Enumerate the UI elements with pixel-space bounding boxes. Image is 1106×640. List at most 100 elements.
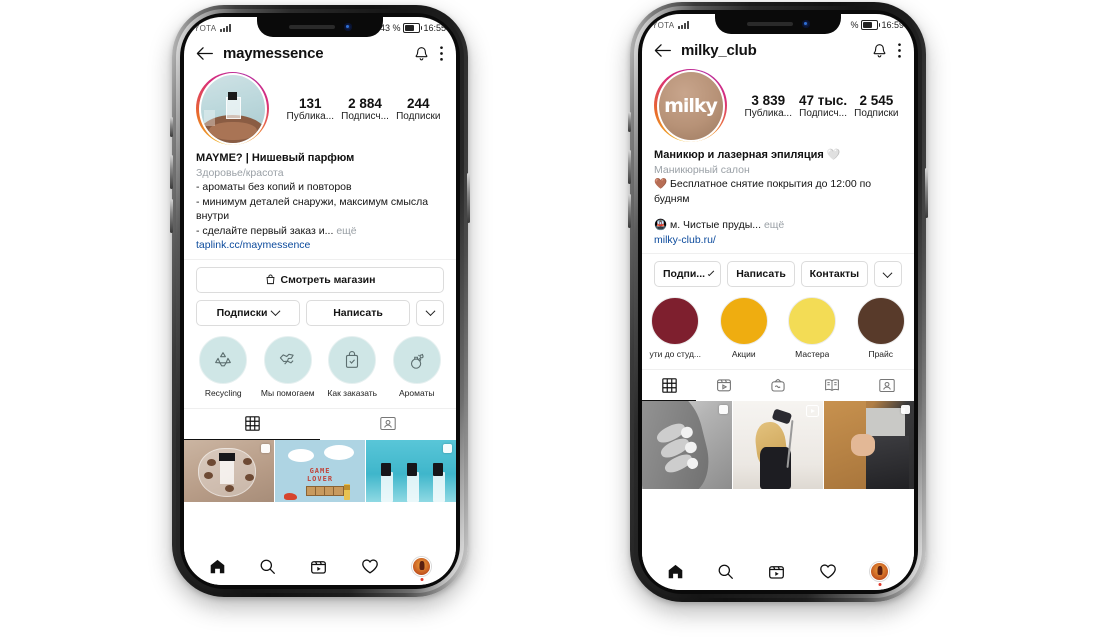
- avatar[interactable]: [196, 72, 269, 145]
- nav-reels[interactable]: [310, 558, 327, 575]
- highlight-item[interactable]: Мы помогаем: [261, 335, 316, 398]
- grid-art-bottle: [432, 471, 445, 502]
- view-shop-button[interactable]: Смотреть магазин: [196, 266, 444, 293]
- highlight-label: ути до студ...: [649, 349, 702, 359]
- tab-reels[interactable]: [696, 370, 750, 401]
- arrow-left-icon[interactable]: [196, 46, 213, 61]
- follow-button[interactable]: Подпи...: [654, 261, 722, 287]
- power-button[interactable]: [467, 173, 470, 223]
- stat-followers-value: 47 тыс.: [799, 92, 848, 108]
- grid-cell[interactable]: [642, 401, 732, 489]
- bio-more-link[interactable]: ещё: [336, 225, 356, 237]
- grid-art-nail-cap: [343, 484, 350, 490]
- earpiece-speaker: [746, 22, 793, 26]
- tab-grid[interactable]: [642, 370, 697, 401]
- highlight-item[interactable]: Как заказать: [325, 335, 380, 398]
- stat-followers[interactable]: 2 884 Подписч...: [341, 96, 389, 122]
- phone-device-left: YOTA 43 % 16:55 maymessence 131 Публика.…: [170, 5, 470, 597]
- bag-check-icon: [328, 335, 377, 384]
- profile-bio: MAYME? | Нишевый парфюм Здоровье/красота…: [184, 145, 456, 253]
- profile-stats: 3 839 Публика... 47 тыс. Подписч... 2 54…: [737, 93, 902, 119]
- bio-external-link[interactable]: milky-club.ru/: [654, 233, 902, 248]
- tab-grid[interactable]: [184, 409, 320, 440]
- kebab-menu-icon[interactable]: [897, 42, 902, 59]
- nav-search[interactable]: [717, 563, 734, 580]
- stat-following[interactable]: 2 545 Подписки: [854, 93, 898, 119]
- nav-home[interactable]: [209, 558, 226, 575]
- volume-down-button[interactable]: [170, 199, 173, 233]
- volume-up-button[interactable]: [628, 150, 631, 184]
- highlight-item[interactable]: Ароматы: [390, 335, 445, 398]
- stat-followers[interactable]: 47 тыс. Подписч...: [799, 93, 847, 119]
- nav-activity[interactable]: [361, 558, 379, 575]
- follow-button[interactable]: Подписки: [196, 299, 300, 326]
- bio-line-2: [654, 206, 902, 218]
- tab-tagged[interactable]: [320, 409, 456, 440]
- highlight-label: Ароматы: [398, 387, 435, 398]
- mute-switch[interactable]: [170, 117, 173, 137]
- bio-more-link[interactable]: ещё: [764, 219, 784, 231]
- stat-posts[interactable]: 131 Публика...: [287, 96, 335, 122]
- grid-cell[interactable]: [366, 439, 456, 502]
- action-button-row: Подписки Написать: [184, 293, 456, 326]
- mute-switch[interactable]: [628, 112, 631, 132]
- notification-dot: [878, 582, 882, 586]
- grid-art-bottle: [380, 471, 393, 502]
- view-shop-label: Смотреть магазин: [280, 273, 376, 286]
- power-button[interactable]: [925, 168, 928, 218]
- arrow-left-icon[interactable]: [654, 43, 671, 58]
- grid-art-bottle: [406, 471, 419, 502]
- highlight-cover: [719, 297, 768, 345]
- nav-reels[interactable]: [768, 563, 785, 580]
- grid-cell[interactable]: [184, 439, 274, 502]
- nav-activity[interactable]: [819, 563, 837, 580]
- grid-art-shoe: [284, 492, 298, 500]
- nav-profile[interactable]: [870, 561, 890, 586]
- tab-guides[interactable]: [805, 370, 859, 401]
- bell-icon[interactable]: [414, 46, 429, 62]
- front-camera-icon: [801, 20, 810, 28]
- message-button[interactable]: Написать: [306, 299, 410, 326]
- bio-line-3: - сделайте первый заказ и... ещё: [196, 224, 444, 239]
- phone-device-right: YOTA % 16:59 milky_club milky 3 839 Публ…: [628, 2, 928, 602]
- grid-cell[interactable]: GAME LOVER: [275, 439, 365, 502]
- kebab-menu-icon[interactable]: [439, 45, 444, 62]
- shopping-bag-icon: [266, 274, 274, 285]
- status-bar-left: YOTA: [194, 23, 232, 33]
- highlight-item[interactable]: Мастера: [783, 297, 842, 359]
- tab-tagged[interactable]: [860, 370, 914, 401]
- avatar-logo-text: milky: [664, 94, 718, 117]
- message-button[interactable]: Написать: [727, 261, 795, 287]
- recycle-icon: [199, 335, 248, 384]
- highlight-item[interactable]: Прайс: [852, 297, 911, 359]
- bell-icon[interactable]: [872, 43, 887, 59]
- screenshot-canvas: YOTA 43 % 16:55 maymessence 131 Публика.…: [0, 0, 1106, 640]
- avatar[interactable]: milky: [654, 69, 727, 142]
- profile-summary: 131 Публика... 2 884 Подписч... 244 Подп…: [184, 70, 456, 145]
- nav-profile[interactable]: [412, 556, 432, 581]
- grid-cell[interactable]: [733, 401, 823, 489]
- highlight-item[interactable]: ути до студ...: [646, 297, 705, 359]
- grid-art-cloud: [287, 449, 314, 463]
- home-icon: [210, 559, 225, 573]
- bottom-navigation: [642, 552, 914, 590]
- carrier-label: YOTA: [194, 23, 217, 33]
- message-button-label: Написать: [333, 306, 383, 319]
- bio-line-1: - ароматы без копий и повторов: [196, 181, 352, 193]
- bio-category: Маникюрный салон: [654, 163, 750, 176]
- nav-search[interactable]: [259, 558, 276, 575]
- nav-home[interactable]: [667, 563, 684, 580]
- bio-external-link[interactable]: taplink.cc/maymessence: [196, 238, 444, 253]
- stat-posts[interactable]: 3 839 Публика...: [745, 93, 793, 119]
- contact-button[interactable]: Контакты: [800, 261, 868, 287]
- more-actions-button[interactable]: [873, 261, 902, 287]
- highlight-item[interactable]: Recycling: [196, 335, 251, 398]
- highlight-item[interactable]: Акции: [715, 297, 774, 359]
- volume-down-button[interactable]: [628, 194, 631, 228]
- volume-up-button[interactable]: [170, 155, 173, 189]
- more-actions-button[interactable]: [416, 299, 444, 326]
- notification-dot: [420, 577, 424, 581]
- stat-following[interactable]: 244 Подписки: [396, 96, 440, 122]
- grid-cell[interactable]: [824, 401, 914, 489]
- tab-igtv[interactable]: [751, 370, 805, 401]
